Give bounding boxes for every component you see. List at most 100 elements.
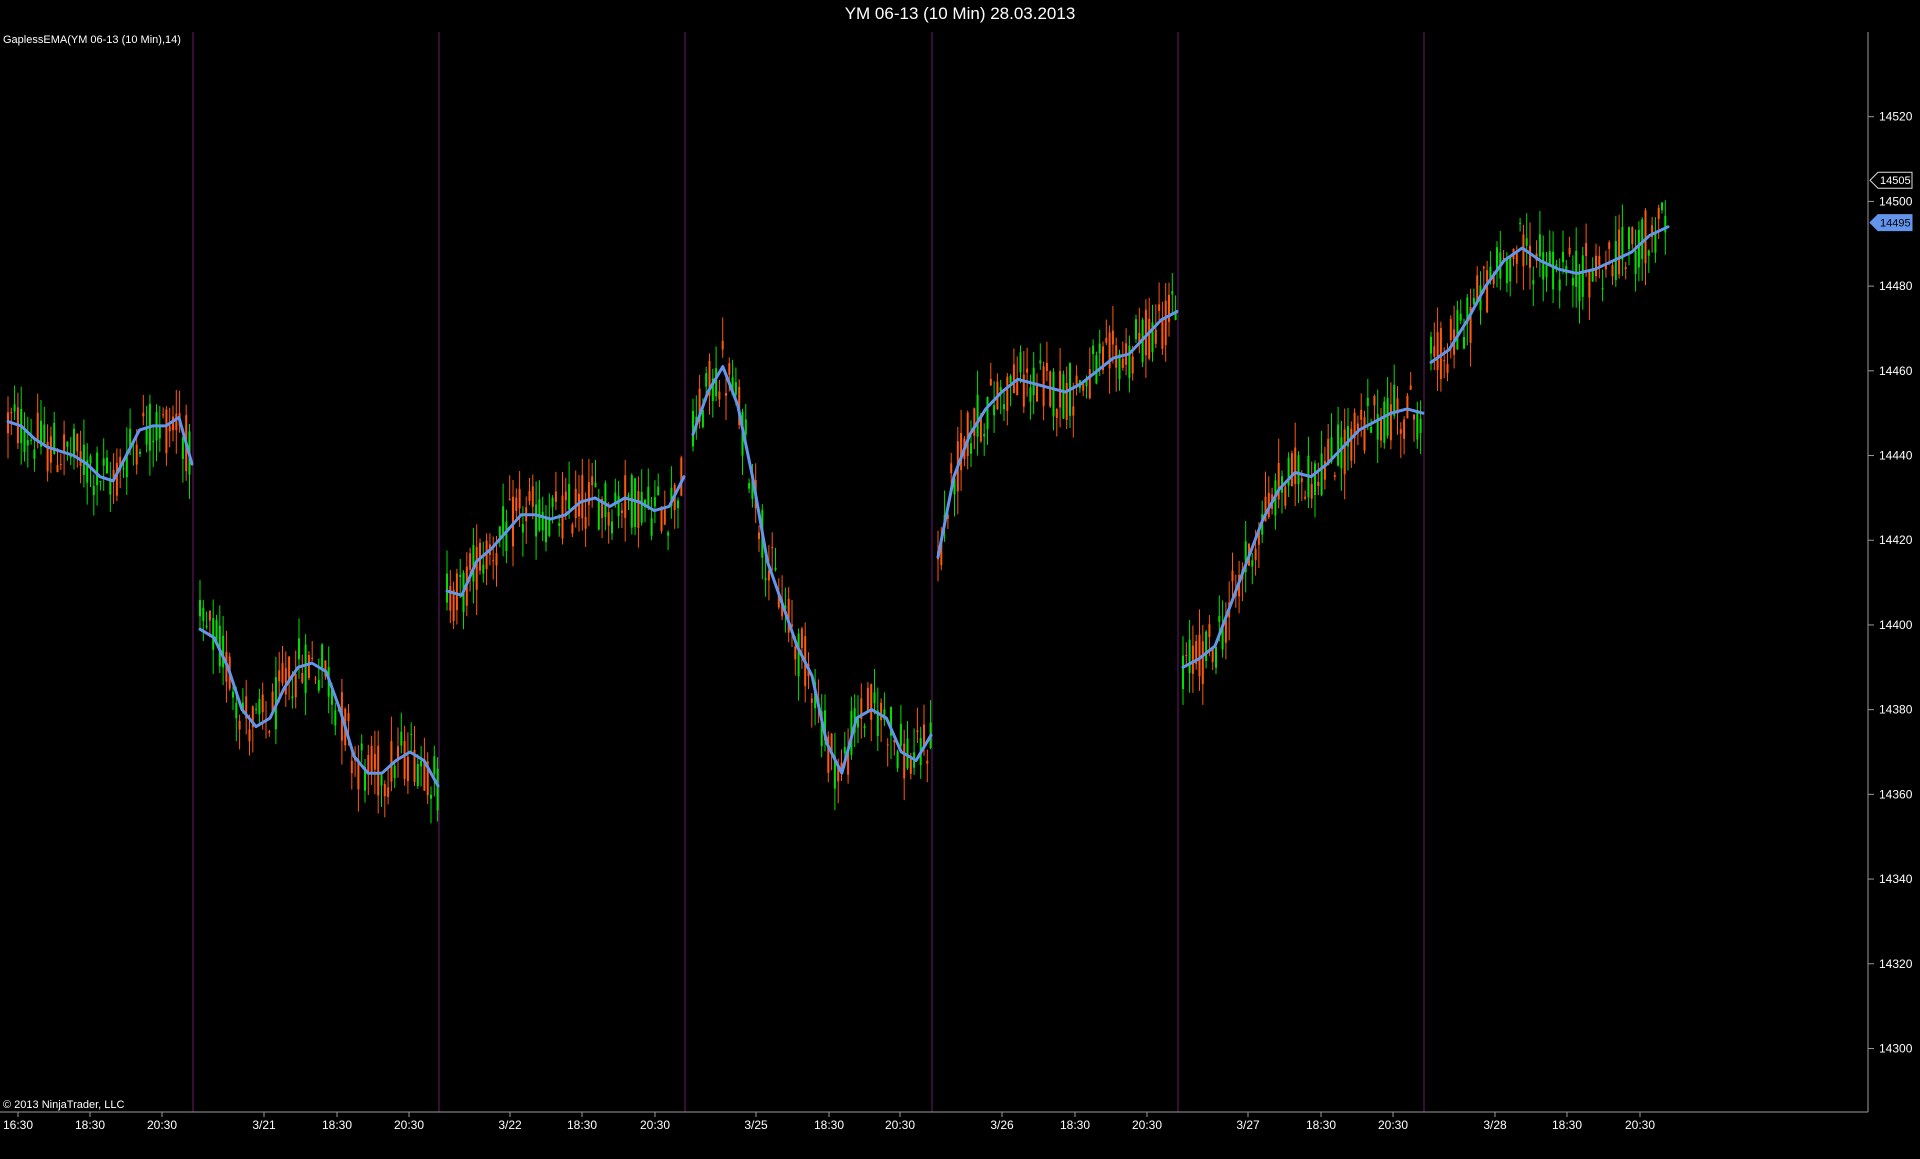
- candle: [155, 404, 158, 462]
- candle: [1148, 297, 1151, 361]
- candle: [640, 469, 643, 526]
- candle: [1611, 262, 1614, 285]
- candle: [1102, 341, 1104, 375]
- y-tick-label: 14320: [1879, 957, 1913, 971]
- x-tick-label: 20:30: [640, 1118, 670, 1132]
- candle: [1168, 282, 1170, 337]
- x-tick-label: 20:30: [885, 1118, 915, 1132]
- candle: [281, 646, 284, 687]
- candle: [1006, 373, 1009, 426]
- candle: [880, 698, 883, 742]
- candle: [462, 570, 465, 630]
- candle: [1363, 410, 1366, 454]
- x-tick-label: 16:30: [3, 1118, 33, 1132]
- candle: [321, 643, 324, 689]
- candle: [202, 599, 205, 642]
- candle: [1548, 230, 1551, 266]
- candle: [165, 406, 168, 466]
- candle: [620, 502, 623, 528]
- candle: [1469, 288, 1472, 367]
- candle: [607, 502, 610, 544]
- candle: [1575, 227, 1578, 308]
- candle: [304, 634, 307, 715]
- candle: [152, 425, 155, 467]
- candle: [860, 683, 863, 739]
- candle: [1164, 282, 1167, 362]
- candle: [535, 481, 538, 560]
- x-tick-label: 18:30: [1060, 1118, 1090, 1132]
- candle: [1456, 301, 1459, 351]
- candle: [76, 433, 79, 468]
- candlestick-series: [7, 200, 1667, 824]
- candle: [373, 730, 376, 795]
- candle: [1529, 222, 1531, 290]
- candle: [311, 641, 314, 662]
- x-tick-label: 20:30: [1625, 1118, 1655, 1132]
- candle: [508, 475, 511, 501]
- candle: [142, 395, 145, 426]
- candle: [99, 480, 102, 491]
- candle: [1052, 368, 1055, 431]
- price-chart[interactable]: GaplessEMA(YM 06-13 (10 Min),14) 1430014…: [0, 0, 1920, 1159]
- candle: [531, 474, 534, 520]
- candle: [863, 723, 866, 738]
- candle: [1542, 235, 1545, 302]
- candle: [245, 680, 248, 735]
- candle: [59, 453, 62, 470]
- candle: [1601, 269, 1604, 302]
- candle: [1092, 339, 1095, 376]
- candle: [46, 424, 49, 482]
- x-tick-label: 20:30: [394, 1118, 424, 1132]
- candle: [1310, 461, 1313, 509]
- candle: [1281, 470, 1283, 514]
- candle: [433, 745, 436, 797]
- candle: [1595, 243, 1597, 282]
- candle: [148, 394, 151, 476]
- candle: [485, 533, 488, 586]
- candle: [1294, 422, 1297, 507]
- candle: [695, 395, 698, 440]
- candle: [360, 734, 363, 763]
- candle: [1277, 438, 1280, 509]
- candle: [1012, 348, 1015, 394]
- candle: [1413, 413, 1415, 442]
- candle: [850, 696, 853, 760]
- candle: [1585, 223, 1588, 277]
- candle: [545, 505, 547, 552]
- candle: [883, 692, 886, 727]
- candle: [1055, 408, 1058, 437]
- candle: [748, 478, 751, 494]
- candle: [541, 496, 544, 541]
- candle: [1641, 217, 1644, 281]
- candle: [205, 611, 208, 630]
- candle: [1244, 521, 1247, 593]
- candle: [1290, 450, 1293, 487]
- candle: [1568, 236, 1571, 257]
- candle: [455, 568, 458, 625]
- candle: [125, 427, 128, 495]
- candle: [1343, 408, 1346, 500]
- candle: [1059, 348, 1062, 428]
- candle: [1430, 331, 1432, 371]
- y-tick-label: 14440: [1879, 449, 1913, 463]
- candle: [627, 492, 630, 511]
- candle: [1211, 648, 1214, 671]
- candle: [1340, 420, 1343, 491]
- candle: [452, 581, 455, 629]
- x-tick-label: 18:30: [322, 1118, 352, 1132]
- candle: [436, 757, 439, 822]
- y-tick-label: 14300: [1879, 1041, 1913, 1055]
- candle: [1138, 307, 1141, 354]
- candle: [970, 420, 972, 468]
- candle: [548, 493, 551, 538]
- candle: [1320, 430, 1323, 497]
- candle: [1105, 319, 1108, 346]
- candle: [1115, 337, 1118, 392]
- candle: [1188, 619, 1191, 693]
- candle: [1565, 260, 1568, 286]
- candle: [1042, 361, 1045, 421]
- candle: [1637, 221, 1640, 282]
- candle: [106, 449, 108, 474]
- candle: [446, 550, 448, 611]
- candle: [255, 702, 258, 714]
